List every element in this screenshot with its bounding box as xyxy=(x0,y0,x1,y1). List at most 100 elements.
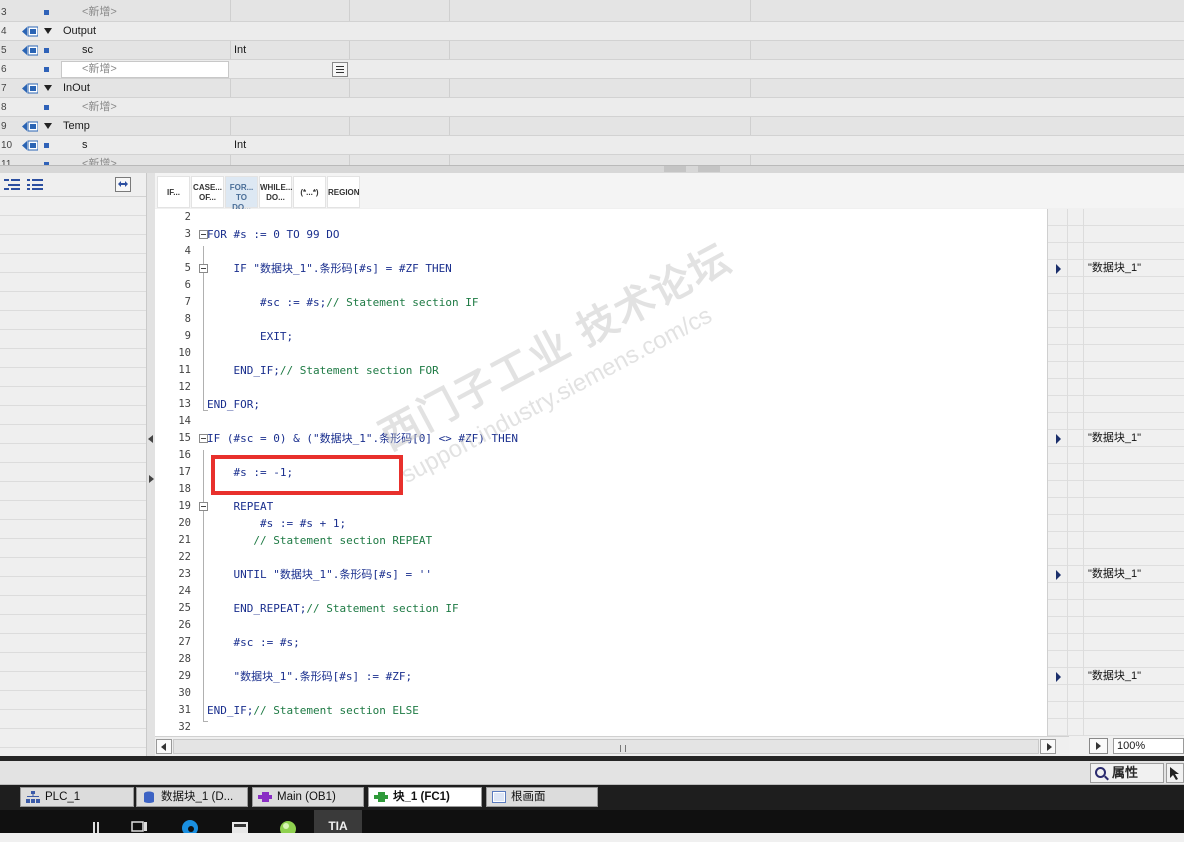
code-line[interactable]: 23 UNTIL "数据块_1".条形码[#s] = '' xyxy=(172,566,1047,583)
code-line[interactable]: 19 REPEAT xyxy=(172,498,1047,515)
task-view-icon[interactable] xyxy=(128,814,152,833)
code-line[interactable]: 7 #sc := #s;// Statement section IF xyxy=(172,294,1047,311)
code-line[interactable]: 14 xyxy=(172,413,1047,430)
tia-portal-taskbar-button[interactable]: TIA xyxy=(314,810,362,833)
interface-section-row[interactable]: 9 Temp xyxy=(0,117,1184,136)
scroll-thumb[interactable] xyxy=(173,739,1039,754)
xref-cell xyxy=(1048,719,1068,736)
code-line[interactable]: 9 EXIT; xyxy=(172,328,1047,345)
zoom-level-field[interactable]: 100% xyxy=(1113,738,1184,754)
editor-tab-1[interactable]: 数据块_1 (D... xyxy=(136,787,248,807)
instruction-sublabel: DO... xyxy=(266,193,285,202)
code-line[interactable]: 11 END_IF;// Statement section FOR xyxy=(172,362,1047,379)
xref-row: "数据块_1" xyxy=(1048,260,1184,277)
code-text: END_IF;// Statement section ELSE xyxy=(207,702,419,719)
section-name: Temp xyxy=(63,120,90,132)
indent-icon[interactable] xyxy=(4,178,20,191)
navigation-row xyxy=(0,520,146,539)
editor-tab-4[interactable]: 根画面 xyxy=(486,787,598,807)
code-line[interactable]: 31 END_IF;// Statement section ELSE xyxy=(172,702,1047,719)
zoom-dropdown-button[interactable] xyxy=(1089,738,1108,754)
code-line[interactable]: 8 xyxy=(172,311,1047,328)
expand-arrow-icon[interactable] xyxy=(1056,264,1061,274)
navigation-row xyxy=(0,425,146,444)
code-line[interactable]: 28 xyxy=(172,651,1047,668)
instruction-button-1[interactable]: CASE... OF... xyxy=(191,176,224,208)
interface-section-row[interactable]: 7 InOut xyxy=(0,79,1184,98)
collapse-left-icon[interactable] xyxy=(148,435,153,443)
interface-variable-row[interactable]: 5 sc Int xyxy=(0,41,1184,60)
interface-variable-row[interactable]: 8 <新增> xyxy=(0,98,1184,117)
section-name: Output xyxy=(63,25,97,37)
code-line[interactable]: 2 xyxy=(172,209,1047,226)
xref-cell xyxy=(1048,583,1068,600)
splitter-down-button[interactable] xyxy=(698,166,720,172)
code-line[interactable]: 29 "数据块_1".条形码[#s] := #ZF; xyxy=(172,668,1047,685)
calculator-icon[interactable] xyxy=(228,814,252,833)
code-line[interactable]: 3 FOR #s := 0 TO 99 DO xyxy=(172,226,1047,243)
code-line[interactable]: 24 xyxy=(172,583,1047,600)
instruction-button-0[interactable]: IF... xyxy=(157,176,190,208)
scroll-right-button[interactable] xyxy=(1040,739,1056,754)
code-line[interactable]: 4 xyxy=(172,243,1047,260)
left-panel-collapse-gutter[interactable] xyxy=(147,173,155,756)
editor-tab-2[interactable]: Main (OB1) xyxy=(252,787,364,807)
xref-row xyxy=(1048,702,1184,719)
expand-arrow-icon[interactable] xyxy=(1056,672,1061,682)
xref-cell xyxy=(1068,328,1084,345)
code-line[interactable]: 32 xyxy=(172,719,1047,736)
instruction-button-3[interactable]: WHILE... DO... xyxy=(259,176,292,208)
expand-arrow-icon[interactable] xyxy=(1056,570,1061,580)
code-line[interactable]: 15 IF (#sc = 0) & ("数据块_1".条形码[0] <> #ZF)… xyxy=(172,430,1047,447)
expand-triangle-icon[interactable] xyxy=(44,123,52,129)
interface-variable-row[interactable]: 10 s Int xyxy=(0,136,1184,155)
code-line[interactable]: 22 xyxy=(172,549,1047,566)
code-line[interactable]: 6 xyxy=(172,277,1047,294)
horizontal-scrollbar[interactable] xyxy=(155,736,1069,756)
properties-button[interactable]: 属性 xyxy=(1090,763,1164,783)
code-line[interactable]: 20 #s := #s + 1; xyxy=(172,515,1047,532)
code-line[interactable]: 25 END_REPEAT;// Statement section IF xyxy=(172,600,1047,617)
code-line[interactable]: 26 xyxy=(172,617,1047,634)
instruction-button-4[interactable]: (*...*) xyxy=(293,176,326,208)
interface-variable-row[interactable]: 6 <新增> xyxy=(0,60,1184,79)
interface-section-row[interactable]: 4 Output xyxy=(0,22,1184,41)
interface-variable-row[interactable]: 11 <新增> xyxy=(0,155,1184,165)
sync-icon[interactable] xyxy=(115,177,131,192)
edge-browser-icon[interactable] xyxy=(178,814,202,833)
info-button[interactable] xyxy=(1166,763,1184,783)
interface-variable-row[interactable]: 3 <新增> xyxy=(0,3,1184,22)
instruction-button-2[interactable]: FOR... TO DO... xyxy=(225,176,258,212)
instruction-button-5[interactable]: REGION xyxy=(327,176,360,208)
taskbar-window-icon[interactable] xyxy=(88,814,112,833)
line-number: 10 xyxy=(178,347,191,359)
editor-tab-0[interactable]: PLC_1 xyxy=(20,787,134,807)
expand-arrow-icon[interactable] xyxy=(1056,434,1061,444)
code-line[interactable]: 5 IF "数据块_1".条形码[#s] = #ZF THEN xyxy=(172,260,1047,277)
code-line[interactable]: 27 #sc := #s; xyxy=(172,634,1047,651)
code-line[interactable]: 21 // Statement section REPEAT xyxy=(172,532,1047,549)
xref-cell xyxy=(1068,260,1084,277)
code-line[interactable]: 12 xyxy=(172,379,1047,396)
splitter-up-button[interactable] xyxy=(664,166,686,172)
expand-triangle-icon[interactable] xyxy=(44,85,52,91)
code-comment: // Statement section REPEAT xyxy=(253,534,433,547)
expand-triangle-icon[interactable] xyxy=(44,28,52,34)
editor-splitter[interactable] xyxy=(0,165,1184,173)
interface-param-icon xyxy=(22,83,38,94)
list-icon[interactable] xyxy=(332,62,348,77)
expand-right-icon[interactable] xyxy=(149,475,154,483)
xref-cell xyxy=(1068,226,1084,243)
outdent-icon[interactable] xyxy=(27,178,43,191)
xref-cell xyxy=(1048,345,1068,362)
app-orb-icon[interactable] xyxy=(276,814,300,833)
code-text: "数据块_1".条形码[#s] := #ZF; xyxy=(207,668,412,685)
code-line[interactable]: 30 xyxy=(172,685,1047,702)
code-line[interactable]: 10 xyxy=(172,345,1047,362)
code-line[interactable]: 13 END_FOR; xyxy=(172,396,1047,413)
scroll-left-button[interactable] xyxy=(156,739,172,754)
interface-param-icon xyxy=(22,121,38,132)
editor-tab-3[interactable]: 块_1 (FC1) xyxy=(368,787,482,807)
code-text: #s := #s + 1; xyxy=(207,515,346,532)
plc-tree-icon xyxy=(26,791,40,803)
